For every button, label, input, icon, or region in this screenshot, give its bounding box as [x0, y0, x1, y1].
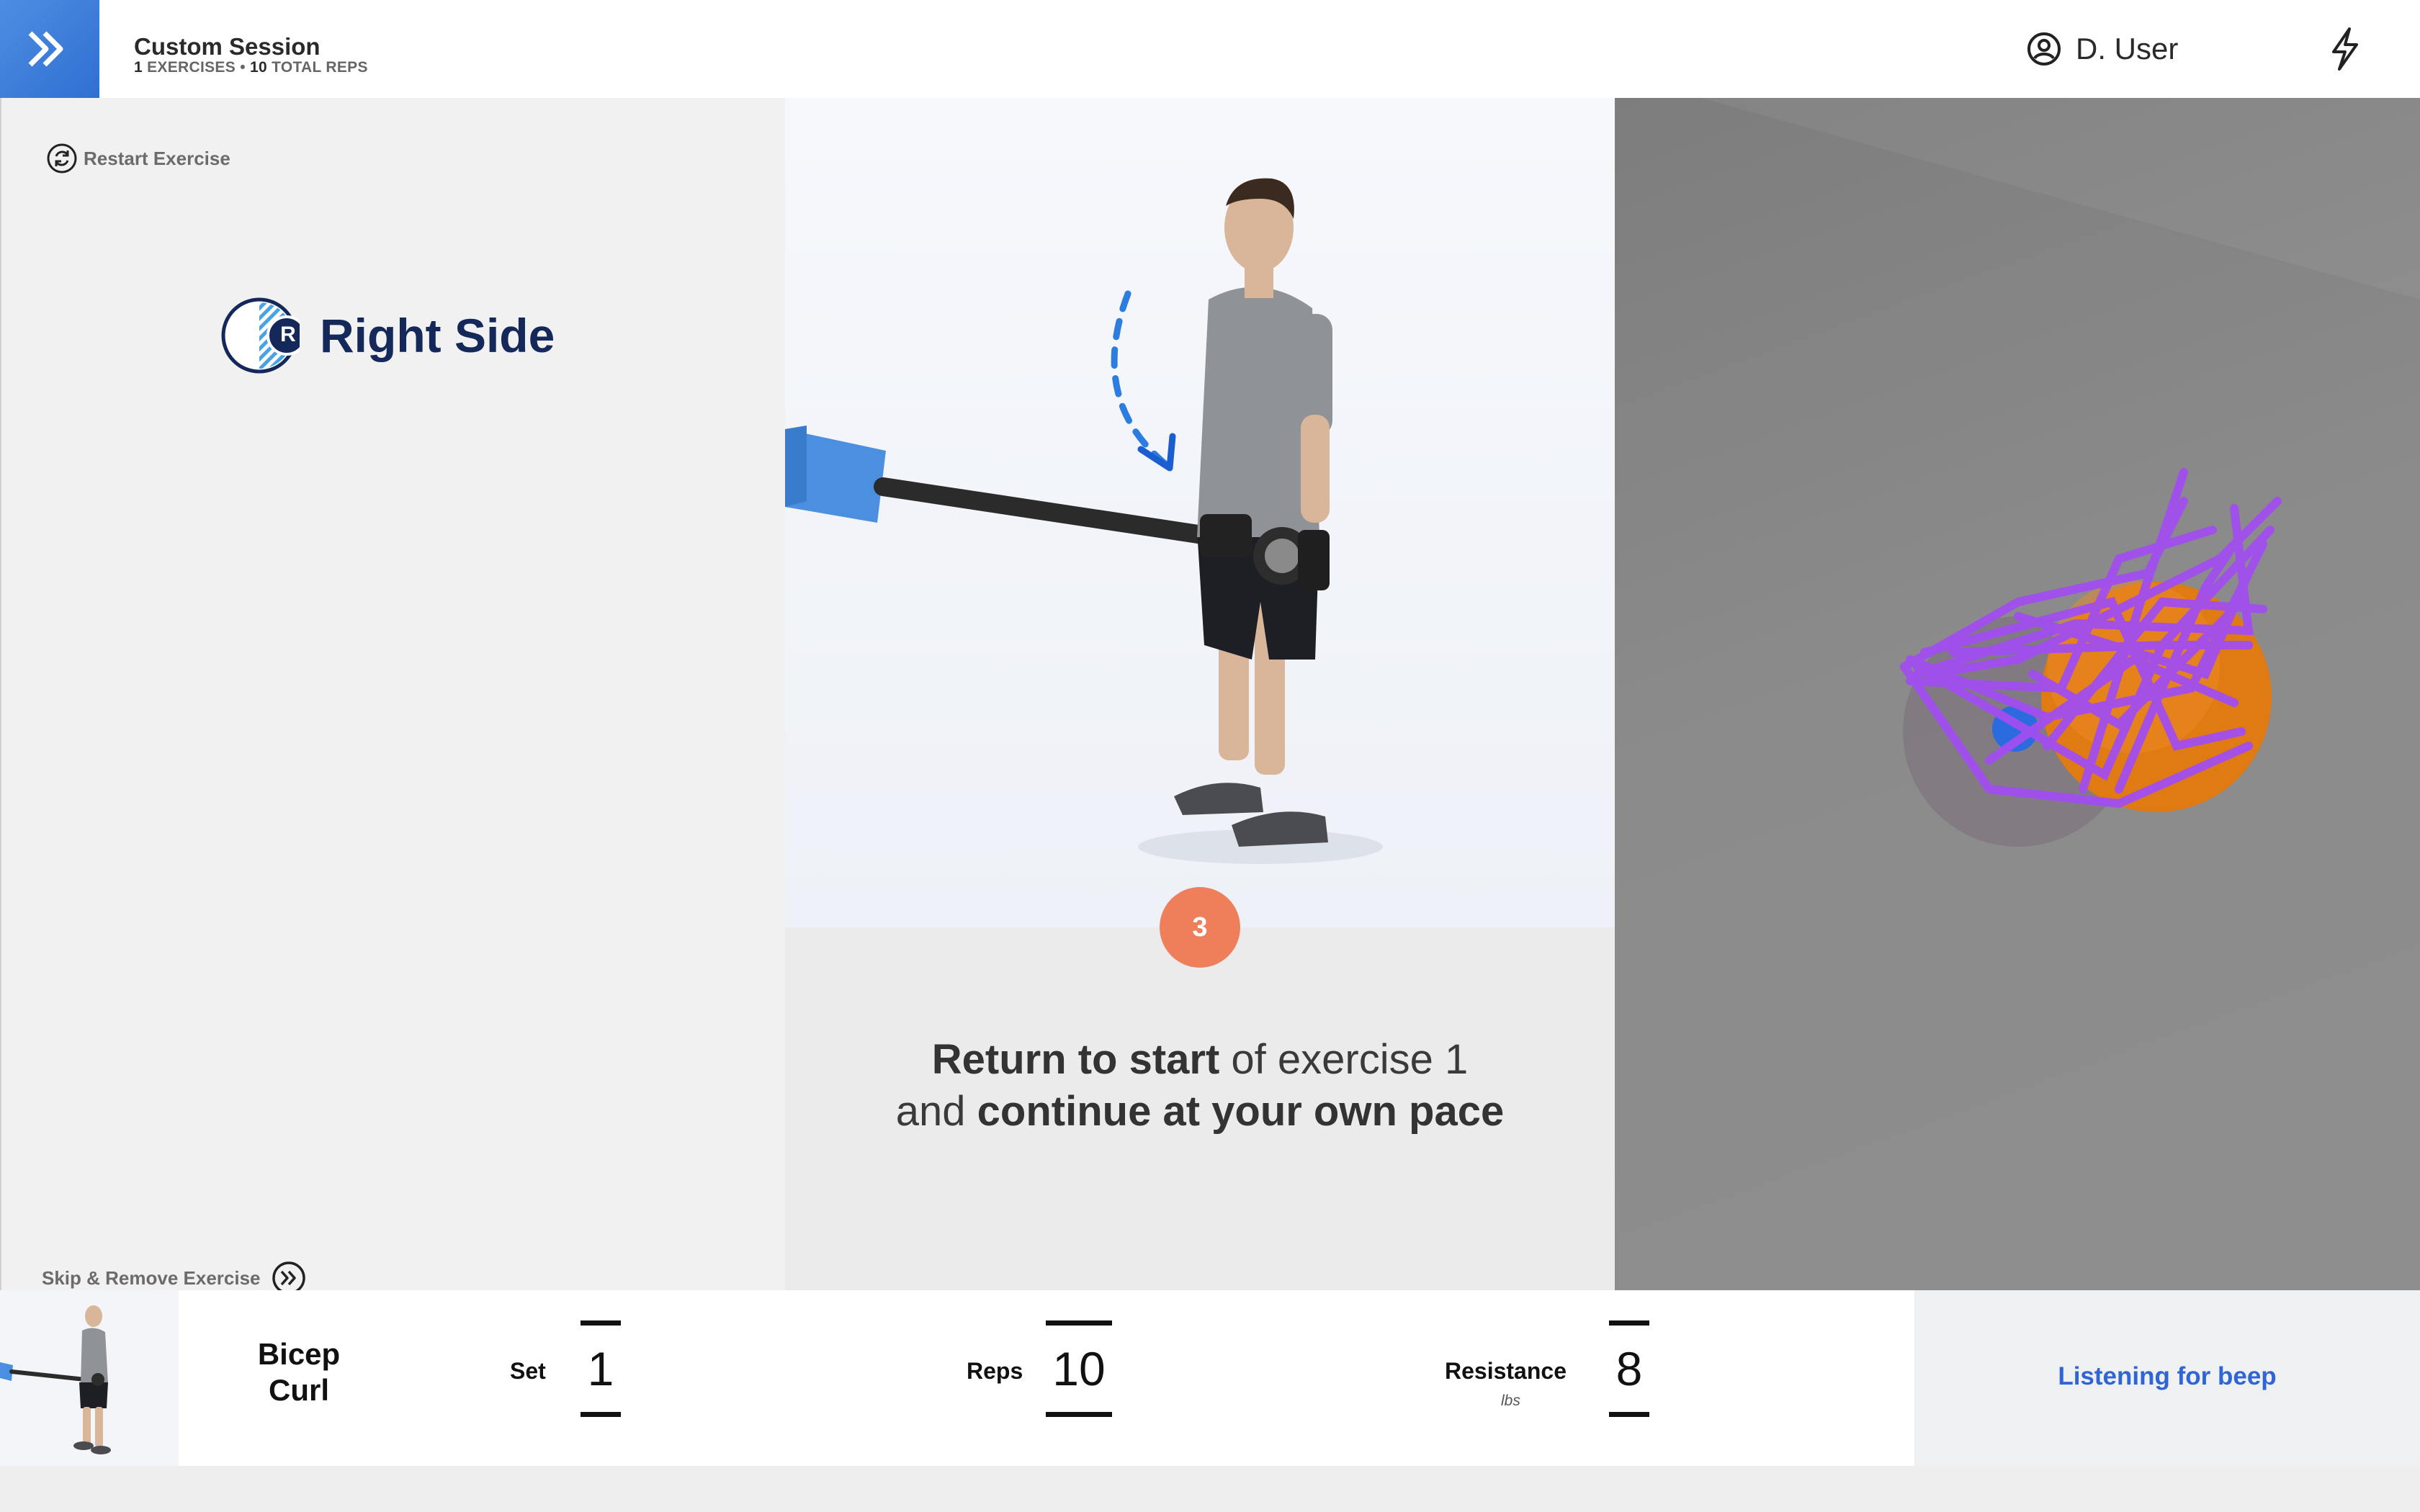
resistance-unit: lbs [1501, 1392, 1520, 1409]
rep-count: 10 [249, 59, 267, 76]
restart-exercise-button[interactable]: Restart Exercise [46, 143, 230, 174]
instruction-text-2: and [895, 1088, 977, 1135]
exercise-name-line-2: Curl [269, 1373, 329, 1407]
exercise-stats-bar: Bicep Curl Set 1 Reps 10 Resistance lbs … [0, 1290, 1914, 1466]
listening-status: Listening for beep [2058, 1362, 2277, 1390]
side-label: Right Side [320, 309, 555, 362]
side-badge-letter: R [280, 323, 296, 346]
reps-label: Reps [967, 1358, 1023, 1384]
reps-label: TOTAL REPS [272, 59, 368, 76]
side-indicator: R Right Side [219, 295, 555, 376]
user-name: D. User [2076, 32, 2179, 66]
device-status-panel: Listening for beep [1914, 1290, 2420, 1466]
exercise-count: 1 [134, 59, 143, 76]
instruction-text-1: of exercise 1 [1219, 1036, 1469, 1083]
exercise-thumbnail [0, 1290, 179, 1466]
resistance-label: Resistance [1445, 1358, 1567, 1384]
summary-separator: • [240, 59, 246, 76]
session-summary: 1 EXERCISES • 10 TOTAL REPS [134, 59, 368, 76]
instruction-panel: 3 Return to start of exercise 1 and cont… [785, 98, 1615, 1290]
exercise-instruction: Return to start of exercise 1 and contin… [785, 1034, 1615, 1138]
exercise-name: Bicep Curl [216, 1336, 382, 1408]
app-header: Custom Session 1 EXERCISES • 10 TOTAL RE… [0, 0, 2420, 98]
app-logo[interactable] [0, 0, 99, 98]
motion-tracker-3d [1701, 98, 2420, 847]
restart-label: Restart Exercise [84, 147, 230, 169]
lightning-bolt-icon[interactable] [2325, 26, 2365, 72]
exercises-label: EXERCISES [147, 59, 236, 76]
step-number-badge: 3 [1160, 887, 1240, 968]
instruction-emphasis-2: continue at your own pace [977, 1088, 1505, 1135]
skip-label: Skip & Remove Exercise [42, 1266, 261, 1289]
exercise-name-line-1: Bicep [257, 1337, 341, 1371]
motion-tracker-view [1615, 98, 2420, 1290]
double-chevron-icon [28, 31, 63, 67]
session-title: Custom Session [134, 33, 321, 60]
instruction-emphasis-1: Return to start [931, 1036, 1220, 1083]
exercise-thumbnail-image [0, 1305, 111, 1454]
set-value: 1 [581, 1320, 621, 1417]
instruction-line-2: and continue at your own pace [785, 1086, 1615, 1138]
set-label: Set [510, 1358, 546, 1384]
instruction-line-1: Return to start of exercise 1 [785, 1034, 1615, 1086]
user-circle-icon [2027, 32, 2061, 66]
exercise-demo-image [785, 98, 1615, 927]
footer-strip [0, 1466, 2420, 1512]
exercise-demo-illustration [785, 178, 1383, 864]
exercise-sidebar: Restart Exercise R Right Side Skip & Rem… [0, 98, 785, 1295]
restart-icon [47, 143, 77, 174]
reps-value: 10 [1046, 1320, 1112, 1417]
resistance-value: 8 [1609, 1320, 1649, 1417]
user-menu[interactable]: D. User [2025, 29, 2178, 69]
